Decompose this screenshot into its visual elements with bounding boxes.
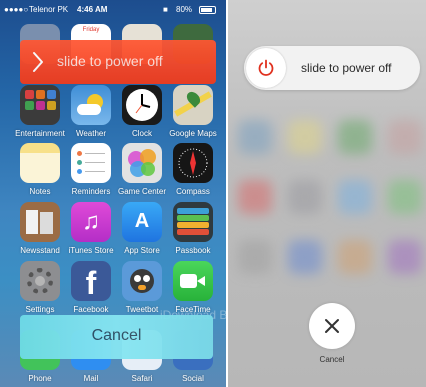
slide-to-power-off-slider[interactable]: slide to power off <box>20 40 216 84</box>
cancel-button[interactable] <box>309 303 355 349</box>
gear-icon <box>20 261 60 301</box>
app-label: Mail <box>83 374 99 383</box>
app-label: Newsstand <box>20 246 60 255</box>
passbook-icon <box>173 202 213 242</box>
power-knob[interactable] <box>246 48 286 88</box>
app-label: App Store <box>124 246 160 255</box>
facebook-app[interactable]: f Facebook <box>66 261 116 314</box>
status-time: 4:46 AM <box>77 5 108 14</box>
passbook-app[interactable]: Passbook <box>168 202 218 255</box>
app-label: Passbook <box>175 246 211 255</box>
weather-icon <box>71 85 111 125</box>
app-label: Safari <box>131 374 153 383</box>
compass-icon <box>173 143 213 183</box>
app-label: Compass <box>176 187 210 196</box>
cancel-label: Cancel <box>319 355 345 364</box>
app-store-app[interactable]: A App Store <box>117 202 167 255</box>
app-label: Game Center <box>117 187 167 196</box>
app-label: Notes <box>29 187 51 196</box>
google-maps-app[interactable]: Google Maps <box>168 85 218 138</box>
notes-app[interactable]: Notes <box>15 143 65 196</box>
maps-icon <box>173 85 213 125</box>
lock-icon: ■ <box>163 5 168 14</box>
reminders-app[interactable]: Reminders <box>66 143 116 196</box>
game-center-app[interactable]: Game Center <box>117 143 167 196</box>
battery-percent: 80% <box>176 5 193 14</box>
music-note-icon: ♫ <box>71 202 111 242</box>
app-store-icon: A <box>122 202 162 242</box>
tweetbot-app[interactable]: Tweetbot <box>117 261 167 314</box>
app-label: Facebook <box>73 305 109 314</box>
app-label: Google Maps <box>169 129 217 138</box>
slider-label: slide to power off <box>57 53 163 69</box>
cancel-label: Cancel <box>91 327 142 344</box>
chevron-right-icon[interactable] <box>31 51 45 73</box>
tweetbot-icon <box>122 261 162 301</box>
ios7-beta-home-screen: ●●●●○ Telenor PK 4:46 AM ■ 80% Friday En… <box>0 0 226 387</box>
power-icon <box>258 59 274 76</box>
app-label: Weather <box>75 129 107 138</box>
status-bar: ●●●●○ Telenor PK 4:46 AM ■ 80% <box>0 0 226 20</box>
compass-app[interactable]: Compass <box>168 143 218 196</box>
comparison-screenshot: ●●●●○ Telenor PK 4:46 AM ■ 80% Friday En… <box>0 0 426 387</box>
clock-app[interactable]: Clock <box>117 85 167 138</box>
carrier-name: Telenor PK <box>29 5 69 14</box>
slider-label: slide to power off <box>301 61 392 75</box>
app-label: Entertainment <box>15 129 65 138</box>
cancel-button[interactable]: Cancel <box>20 315 213 359</box>
facebook-icon: f <box>71 261 111 301</box>
calendar-day-label: Friday <box>82 27 100 33</box>
app-label: Settings <box>25 305 55 314</box>
game-center-icon <box>122 143 162 183</box>
folder-icon <box>20 85 60 125</box>
newsstand-app[interactable]: Newsstand <box>15 202 65 255</box>
weather-app[interactable]: Weather <box>66 85 116 138</box>
video-camera-icon <box>173 261 213 301</box>
ios7-final-power-off-screen: slide to power off Cancel <box>228 0 426 387</box>
app-label: Social <box>182 374 204 383</box>
clock-icon <box>122 85 162 125</box>
notes-icon <box>20 143 60 183</box>
itunes-store-app[interactable]: ♫ iTunes Store <box>66 202 116 255</box>
newsstand-icon <box>20 202 60 242</box>
app-label: iTunes Store <box>68 246 114 255</box>
close-icon <box>325 319 339 333</box>
signal-strength: ●●●●○ <box>4 5 29 14</box>
app-label: Phone <box>28 374 52 383</box>
reminders-icon <box>71 143 111 183</box>
app-label: Clock <box>131 129 152 138</box>
facetime-app[interactable]: FaceTime <box>168 261 218 314</box>
entertainment-folder[interactable]: Entertainment <box>15 85 65 138</box>
battery-icon <box>199 6 216 14</box>
app-label: Reminders <box>71 187 111 196</box>
settings-app[interactable]: Settings <box>15 261 65 314</box>
slide-to-power-off-slider[interactable]: slide to power off <box>244 46 420 90</box>
